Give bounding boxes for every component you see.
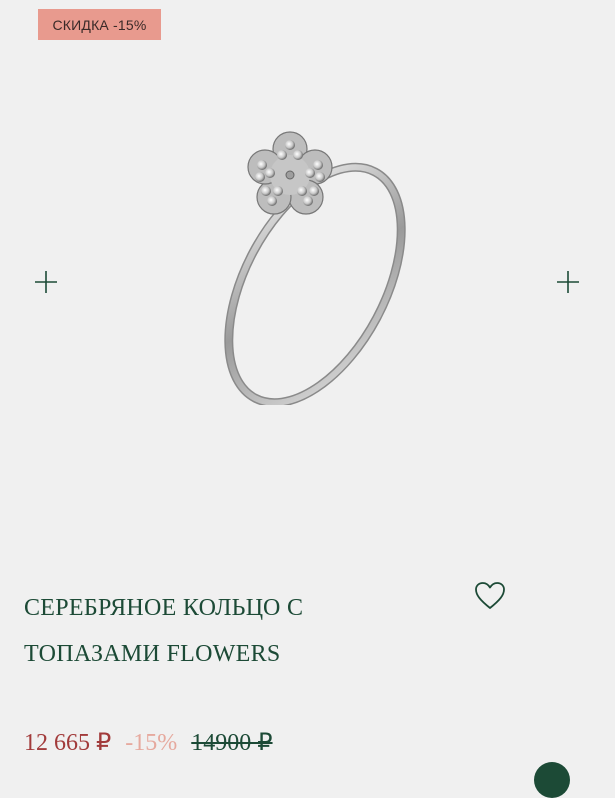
- gallery-prev-plus-icon[interactable]: [34, 270, 58, 294]
- product-title-line-2: ТОПАЗАМИ FLOWERS: [24, 641, 281, 667]
- wishlist-heart-icon[interactable]: [474, 580, 506, 612]
- gallery-next-plus-icon[interactable]: [556, 270, 580, 294]
- discount-percent: -15%: [125, 730, 178, 756]
- product-title-line-1: СЕРЕБРЯНОЕ КОЛЬЦО С: [24, 595, 304, 621]
- product-image: [220, 120, 410, 408]
- chat-button[interactable]: [534, 762, 570, 798]
- discount-badge: СКИДКА -15%: [38, 9, 161, 40]
- price-row: 12 665 ₽ -15% 14900 ₽: [24, 728, 273, 768]
- product-title: СЕРЕБРЯНОЕ КОЛЬЦО С ТОПАЗАМИ FLOWERS: [24, 585, 424, 677]
- current-price: 12 665 ₽: [24, 730, 112, 756]
- old-price: 14900 ₽: [191, 730, 273, 756]
